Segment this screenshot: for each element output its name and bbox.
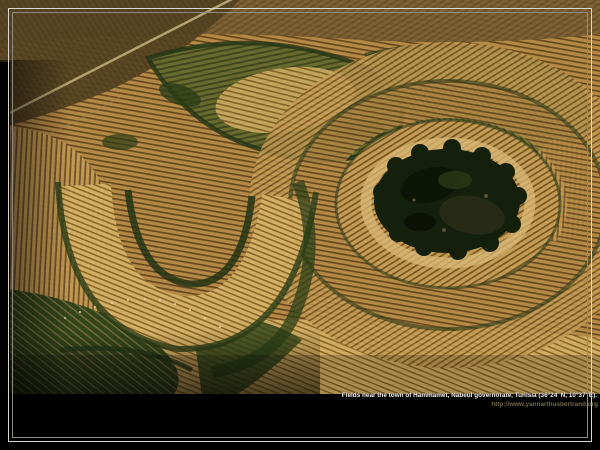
aerial-photo-illustration (0, 0, 600, 450)
wallpaper: Fields near the town of Hammamet, Nabeul… (0, 0, 600, 450)
aerial-photo (0, 0, 600, 397)
